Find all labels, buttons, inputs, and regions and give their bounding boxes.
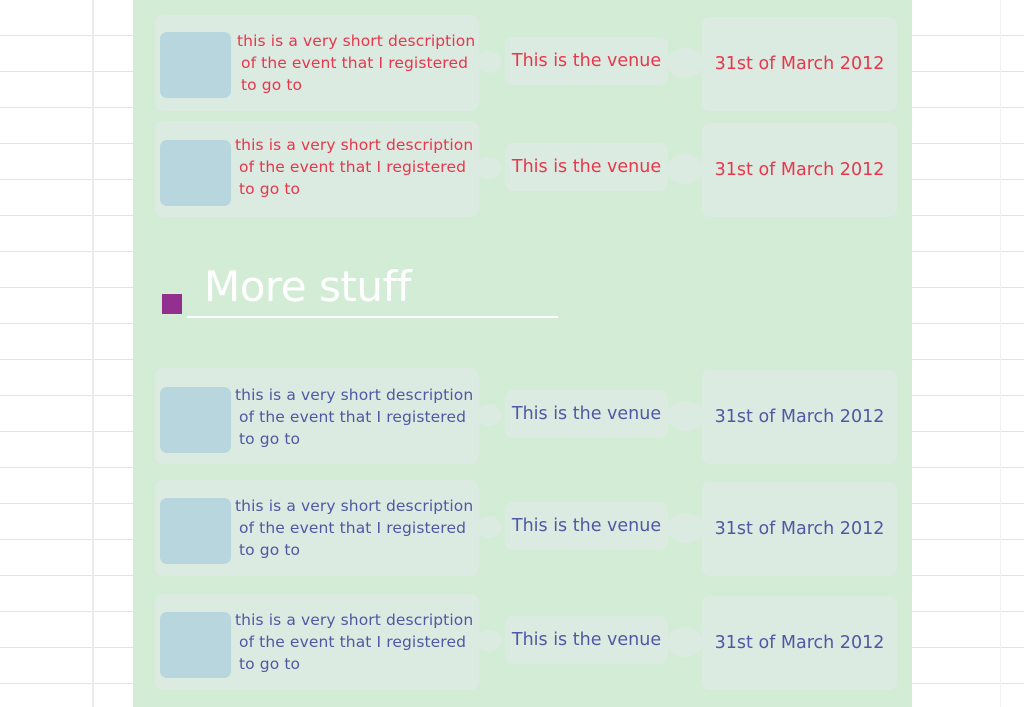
connector-dot xyxy=(477,51,501,73)
description-line: to go to xyxy=(239,655,301,673)
description-line: this is a very short description xyxy=(237,32,476,50)
section-title: More stuff xyxy=(204,262,412,311)
event-row[interactable]: this is a very short description of the … xyxy=(155,594,900,690)
event-venue[interactable]: This is the venue xyxy=(505,37,668,85)
description-line: to go to xyxy=(241,76,303,94)
description-line: this is a very short description xyxy=(235,386,474,404)
event-description-card: this is a very short description of the … xyxy=(155,15,479,111)
connector-dot xyxy=(477,516,501,538)
events-panel: this is a very short description of the … xyxy=(133,0,912,707)
event-description: this is a very short description of the … xyxy=(235,495,480,561)
event-description-card: this is a very short description of the … xyxy=(155,480,479,576)
section-bullet xyxy=(162,294,182,314)
page-margin-line-right xyxy=(1000,0,1001,707)
description-line: this is a very short description xyxy=(235,136,474,154)
connector-dot xyxy=(477,157,501,179)
event-venue[interactable]: This is the venue xyxy=(505,502,668,550)
event-venue[interactable]: This is the venue xyxy=(505,143,668,191)
event-date[interactable]: 31st of March 2012 xyxy=(702,370,897,464)
event-thumbnail[interactable] xyxy=(160,612,231,678)
description-line: to go to xyxy=(239,430,301,448)
connector-dot xyxy=(667,627,703,657)
connector-dot xyxy=(667,154,703,184)
event-thumbnail[interactable] xyxy=(160,140,231,206)
event-description: this is a very short description of the … xyxy=(235,384,480,450)
section-underline xyxy=(187,316,558,318)
description-line: of the event that I registered xyxy=(239,519,467,537)
event-thumbnail[interactable] xyxy=(160,498,231,564)
event-description-card: this is a very short description of the … xyxy=(155,594,479,690)
page-margin-line xyxy=(92,0,94,707)
description-line: of the event that I registered xyxy=(239,633,467,651)
connector-dot xyxy=(477,630,501,652)
event-date[interactable]: 31st of March 2012 xyxy=(702,17,897,111)
event-description-card: this is a very short description of the … xyxy=(155,121,479,217)
description-line: to go to xyxy=(239,180,301,198)
description-line: this is a very short description xyxy=(235,611,474,629)
event-row[interactable]: this is a very short description of the … xyxy=(155,121,900,217)
event-thumbnail[interactable] xyxy=(160,32,231,98)
connector-dot xyxy=(667,513,703,543)
event-date[interactable]: 31st of March 2012 xyxy=(702,596,897,690)
event-row[interactable]: this is a very short description of the … xyxy=(155,480,900,576)
event-row[interactable]: this is a very short description of the … xyxy=(155,368,900,464)
event-date[interactable]: 31st of March 2012 xyxy=(702,482,897,576)
connector-dot xyxy=(667,48,703,78)
event-row[interactable]: this is a very short description of the … xyxy=(155,15,900,111)
event-venue[interactable]: This is the venue xyxy=(505,616,668,664)
event-date[interactable]: 31st of March 2012 xyxy=(702,123,897,217)
description-line: this is a very short description xyxy=(235,497,474,515)
description-line: of the event that I registered xyxy=(241,54,469,72)
event-description: this is a very short description of the … xyxy=(235,609,480,675)
event-description-card: this is a very short description of the … xyxy=(155,368,479,464)
description-line: to go to xyxy=(239,541,301,559)
connector-dot xyxy=(477,404,501,426)
section-heading: More stuff xyxy=(162,262,562,322)
connector-dot xyxy=(667,401,703,431)
event-thumbnail[interactable] xyxy=(160,387,231,453)
event-description: this is a very short description of the … xyxy=(235,134,480,200)
description-line: of the event that I registered xyxy=(239,408,467,426)
event-description: this is a very short description of the … xyxy=(237,30,482,96)
event-venue[interactable]: This is the venue xyxy=(505,390,668,438)
description-line: of the event that I registered xyxy=(239,158,467,176)
